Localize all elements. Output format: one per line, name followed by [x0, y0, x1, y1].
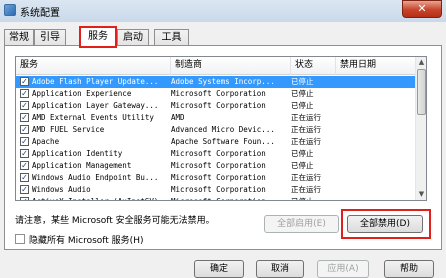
row-checkbox[interactable]: ✓ — [20, 161, 29, 170]
manufacturer-cell: Adobe Systems Incorp... — [171, 77, 275, 86]
service-cell: ActiveX Installer (AxInstSV) — [32, 196, 171, 200]
column-disabled-date[interactable]: 禁用日期 — [336, 57, 416, 75]
checkbox-box[interactable] — [15, 234, 25, 244]
table-row[interactable]: ✓ Application Layer Gateway... Microsoft C… — [16, 100, 416, 112]
service-cell: Application Identity — [32, 149, 123, 158]
service-cell: Windows Audio Endpoint Bu... — [32, 173, 159, 182]
list-header: 服务 制造商 状态 禁用日期 — [16, 57, 416, 75]
manufacturer-cell: Microsoft Corporation — [171, 196, 291, 200]
row-checkbox[interactable]: ✓ — [20, 125, 29, 134]
scroll-thumb[interactable] — [417, 69, 426, 115]
column-manufacturer[interactable]: 制造商 — [171, 57, 291, 75]
services-panel: 服务 制造商 状态 禁用日期 ✓ Adobe Flash Player Updat… — [4, 45, 442, 250]
row-checkbox[interactable]: ✓ — [20, 101, 29, 110]
services-list[interactable]: 服务 制造商 状态 禁用日期 ✓ Adobe Flash Player Updat… — [15, 56, 427, 201]
notice-text: 请注意，某些 Microsoft 安全服务可能无法禁用。 — [15, 216, 215, 226]
row-checkbox[interactable]: ✓ — [20, 149, 29, 158]
status-cell: 已停止 — [291, 149, 314, 158]
table-row[interactable]: ✓ Windows Audio Endpoint Bu... Microsoft C… — [16, 172, 416, 184]
service-cell: Application Management — [32, 161, 132, 170]
tab-boot[interactable]: 引导 — [34, 29, 66, 46]
service-cell: AMD FUEL Service — [32, 125, 105, 134]
scroll-down-icon[interactable]: ▼ — [416, 189, 426, 200]
status-cell: 正在运行 — [291, 185, 321, 194]
status-cell: 已停止 — [291, 161, 314, 170]
row-checkbox[interactable]: ✓ — [20, 185, 29, 194]
row-checkbox[interactable]: ✓ — [20, 173, 29, 182]
row-checkbox[interactable]: ✓ — [20, 77, 29, 86]
table-row[interactable]: ✓ AMD FUEL Service Advanced Micro Devic...… — [16, 124, 416, 136]
table-row[interactable]: ✓ AMD External Events Utility AMD 正在运行 — [16, 112, 416, 124]
table-row[interactable]: ✓ Application Management Microsoft Corpora… — [16, 160, 416, 172]
close-button[interactable]: ✕ — [402, 0, 442, 18]
tab-services[interactable]: 服务 — [79, 26, 117, 47]
manufacturer-cell: AMD — [171, 113, 185, 122]
ok-button[interactable]: 确定 — [194, 260, 244, 278]
manufacturer-cell: Microsoft Corporation — [171, 89, 266, 98]
manufacturer-cell: Apache Software Foun... — [171, 137, 275, 146]
table-row[interactable]: ✓ Application Identity Microsoft Corporati… — [16, 148, 416, 160]
manufacturer-cell: Microsoft Corporation — [171, 173, 266, 182]
table-row[interactable]: ✓ Windows Audio Microsoft Corporation 正在运行 — [16, 184, 416, 196]
row-checkbox[interactable]: ✓ — [20, 89, 29, 98]
tab-general[interactable]: 常规 — [4, 29, 34, 46]
row-checkbox[interactable]: ✓ — [20, 137, 29, 146]
cancel-button[interactable]: 取消 — [256, 260, 304, 278]
status-cell: 已停止 — [291, 101, 314, 110]
service-cell: AMD External Events Utility — [32, 113, 154, 122]
service-cell: Application Layer Gateway... — [32, 101, 159, 110]
service-cell: Application Experience — [32, 89, 132, 98]
scroll-up-icon[interactable]: ▲ — [416, 57, 426, 68]
vertical-scrollbar[interactable]: ▲ ▼ — [415, 57, 426, 200]
column-status[interactable]: 状态 — [291, 57, 336, 75]
service-cell: Adobe Flash Player Update... — [32, 77, 159, 86]
title-bar: 系统配置 ✕ — [0, 0, 446, 22]
status-cell: 已停止 — [291, 196, 336, 200]
status-cell: 已停止 — [291, 89, 314, 98]
help-button[interactable]: 帮助 — [384, 260, 434, 278]
table-row[interactable]: ✓ Apache Apache Software Foun... 正在运行 — [16, 136, 416, 148]
row-checkbox[interactable]: ✓ — [20, 113, 29, 122]
manufacturer-cell: Advanced Micro Devic... — [171, 125, 275, 134]
manufacturer-cell: Microsoft Corporation — [171, 149, 266, 158]
status-cell: 正在运行 — [291, 113, 321, 122]
column-service[interactable]: 服务 — [16, 57, 171, 75]
service-cell: Windows Audio — [32, 185, 91, 194]
tab-tools[interactable]: 工具 — [154, 29, 189, 46]
disable-all-button[interactable]: 全部禁用(D) — [347, 215, 423, 233]
manufacturer-cell: Microsoft Corporation — [171, 101, 266, 110]
status-cell: 已停止 — [291, 77, 314, 86]
manufacturer-cell: Microsoft Corporation — [171, 185, 266, 194]
enable-all-button[interactable]: 全部启用(E) — [264, 215, 339, 233]
table-row[interactable]: ✓ Adobe Flash Player Update... Adobe Syste… — [16, 76, 416, 88]
dialog-client: 常规 引导 服务 启动 工具 服务 制造商 状态 禁用日期 ✓ Adobe Fla… — [0, 22, 446, 278]
app-icon — [4, 4, 16, 16]
tab-startup[interactable]: 启动 — [117, 29, 149, 46]
status-cell: 正在运行 — [291, 173, 321, 182]
table-row[interactable]: ✓ActiveX Installer (AxInstSV)Microsoft C… — [16, 196, 416, 200]
manufacturer-cell: Microsoft Corporation — [171, 161, 266, 170]
hide-ms-label: 隐藏所有 Microsoft 服务(H) — [29, 236, 144, 246]
status-cell: 正在运行 — [291, 137, 321, 146]
service-cell: Apache — [32, 137, 60, 146]
table-row[interactable]: ✓ Application Experience Microsoft Corpora… — [16, 88, 416, 100]
row-checkbox[interactable]: ✓ — [20, 197, 29, 200]
status-cell: 正在运行 — [291, 125, 321, 134]
window-title: 系统配置 — [20, 8, 60, 19]
apply-button[interactable]: 应用(A) — [317, 260, 369, 278]
